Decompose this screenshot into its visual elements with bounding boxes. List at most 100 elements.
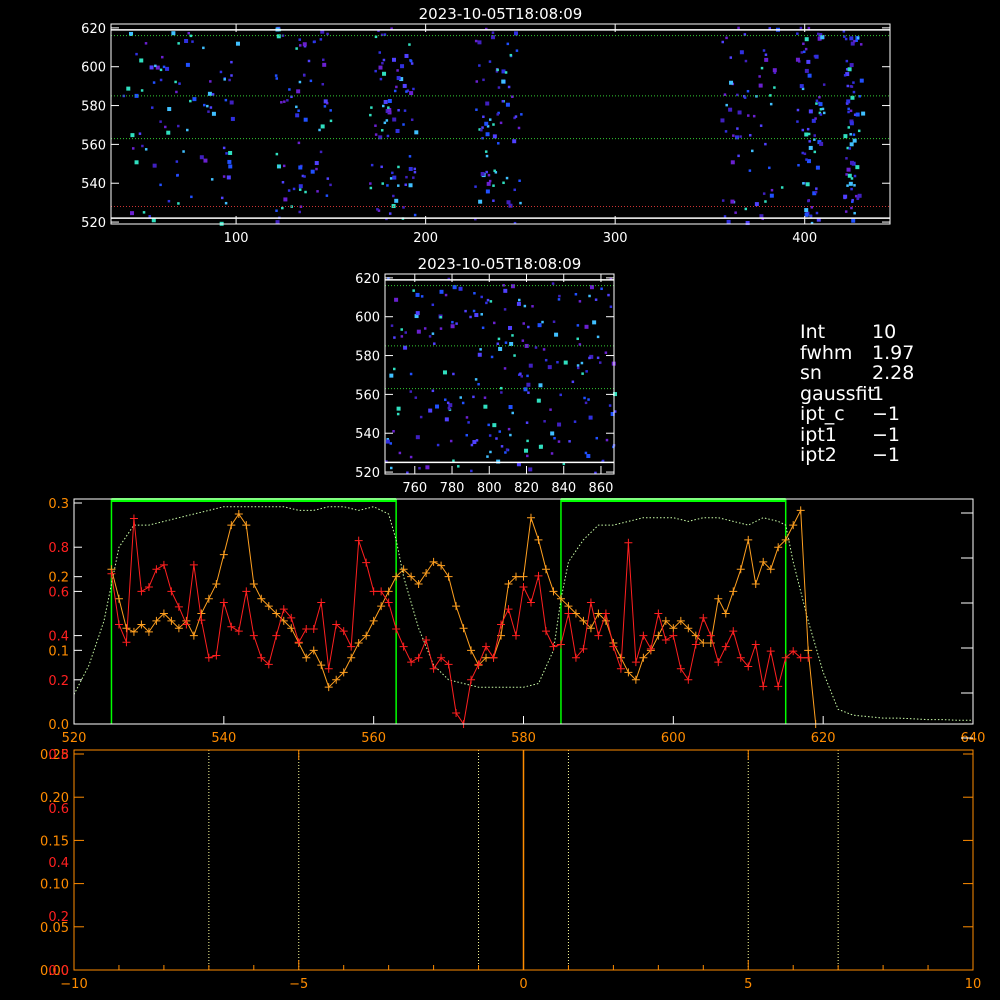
heatmap-pixel: [326, 177, 330, 180]
info-row-gaussfit: gaussfit1: [800, 382, 914, 405]
heatmap-pixel: [149, 65, 154, 70]
orange-series-point: [721, 609, 730, 618]
heatmap-pixel: [409, 372, 413, 376]
heatmap-pixel: [495, 437, 498, 440]
heatmap-pixel: [444, 398, 447, 401]
heatmap-pixel: [203, 158, 208, 163]
heatmap-pixel: [558, 294, 561, 298]
heatmap-pixel: [804, 132, 809, 137]
heatmap-pixel: [475, 80, 479, 83]
heatmap-pixel: [528, 467, 533, 472]
heatmap-pixel: [381, 182, 384, 185]
heatmap-pixel: [845, 157, 848, 160]
heatmap-pixel: [855, 165, 860, 170]
heatmap-pixel: [592, 320, 597, 325]
heatmap-pixel: [383, 99, 388, 104]
heatmap-pixel: [488, 60, 492, 63]
heatmap-pixel: [802, 42, 805, 46]
heatmap-pixel: [175, 160, 179, 163]
heatmap-pixel: [477, 352, 482, 357]
heatmap-pixel: [408, 183, 413, 188]
heatmap-pixel: [184, 38, 189, 43]
heatmap-pixel: [299, 44, 302, 47]
info-key: fwhm: [800, 341, 853, 364]
heatmap-pixel: [292, 187, 296, 191]
red-series-point: [152, 565, 161, 574]
heatmap-pixel: [174, 80, 177, 84]
heatmap-pixel: [415, 435, 420, 440]
heatmap-pixel: [847, 110, 850, 114]
red-series-point: [804, 653, 813, 662]
heatmap-pixel: [229, 100, 234, 105]
red-series-point: [369, 587, 378, 596]
heatmap-pixel: [488, 179, 492, 183]
red-series-point: [774, 682, 783, 691]
heatmap-pixel: [734, 211, 737, 214]
heatmap-pixel: [419, 415, 423, 419]
red-series-point: [219, 598, 228, 607]
heatmap-pixel: [853, 184, 856, 187]
x-tick-label: 300: [603, 231, 628, 246]
heatmap-pixel: [581, 372, 584, 375]
heatmap-pixel: [808, 109, 813, 114]
heatmap-pixel: [805, 182, 810, 187]
heatmap-pixel: [380, 129, 384, 132]
heatmap-pixel: [542, 348, 546, 351]
y-tick-label: 0.2: [48, 571, 69, 586]
heatmap-pixel: [550, 452, 554, 455]
heatmap-pixel: [506, 42, 510, 46]
heatmap-pixel: [376, 208, 379, 211]
heatmap-pixel: [402, 83, 407, 88]
heatmap-pixel: [770, 188, 774, 192]
red-series-point: [661, 636, 670, 645]
heatmap-pixel: [518, 298, 521, 302]
heatmap-pixel: [302, 42, 307, 47]
heatmap-pixel: [751, 149, 754, 153]
orange-series-point: [534, 535, 543, 544]
y-tick-label-red: 0.4: [48, 630, 69, 645]
info-value: 10: [872, 321, 897, 343]
info-value: 1: [872, 382, 885, 405]
orange-series-point: [114, 594, 123, 603]
heatmap-pixel: [534, 346, 538, 349]
heatmap-pixel: [492, 423, 497, 428]
red-series-point: [399, 642, 408, 651]
heatmap-pixel: [507, 427, 511, 431]
heatmap-pixel: [849, 133, 852, 136]
heatmap-pixel: [225, 152, 228, 155]
heatmap-pixel: [481, 126, 484, 129]
heatmap-pixel: [846, 99, 851, 104]
heatmap-pixel: [323, 99, 328, 104]
heatmap-pixel: [497, 337, 501, 341]
heatmap-pixel: [141, 144, 144, 148]
heatmap-pixel: [855, 112, 860, 117]
heatmap-pixel: [747, 114, 750, 117]
orange-series-point: [429, 557, 438, 566]
heatmap-pixel: [400, 335, 404, 338]
heatmap-pixel: [563, 360, 568, 365]
red-series-point: [721, 642, 730, 651]
heatmap-pixel: [725, 36, 728, 40]
info-key: gaussfit: [800, 382, 875, 405]
heatmap-pixel: [585, 370, 588, 373]
heatmap-pixel: [797, 163, 800, 167]
heatmap-pixel: [804, 37, 809, 42]
heatmap-pixel: [764, 57, 769, 62]
y-tick-label: 520: [355, 466, 380, 481]
heatmap-pixel: [416, 329, 421, 334]
x-tick-label: 100: [224, 231, 249, 246]
heatmap-pixel: [392, 175, 397, 180]
heatmap-pixel: [316, 190, 319, 193]
y-tick-label: 580: [355, 350, 380, 365]
heatmap-pixel: [496, 68, 499, 72]
red-series-point: [654, 609, 663, 618]
red-series-point: [497, 620, 506, 629]
heatmap-pixel: [175, 90, 178, 94]
heatmap-pixel: [281, 181, 285, 184]
heatmap-pixel: [527, 391, 530, 394]
x-tick-label: 540: [211, 731, 236, 746]
heatmap-pixel: [493, 169, 496, 173]
x-tick-label: 5: [744, 977, 752, 992]
heatmap-pixel: [439, 316, 442, 319]
y-tick-label: 580: [81, 100, 106, 115]
